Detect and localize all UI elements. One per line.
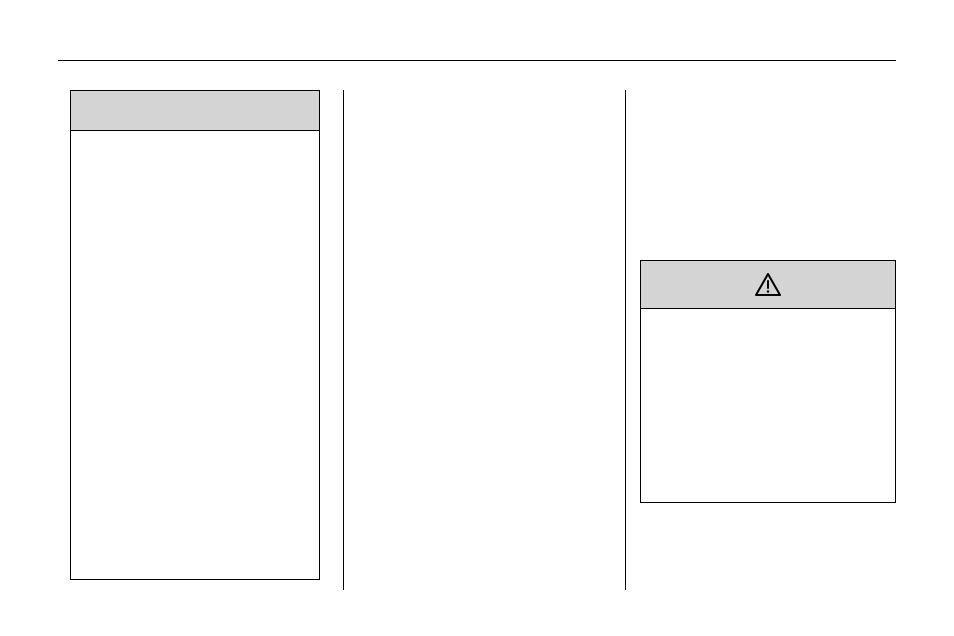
horizontal-rule: [58, 60, 896, 61]
warning-icon: [755, 273, 781, 297]
callout-box-left: [70, 90, 320, 580]
callout-box-left-header: [71, 91, 319, 131]
column-divider-1: [343, 90, 344, 590]
column-divider-2: [625, 90, 626, 590]
callout-box-right: [640, 260, 896, 503]
document-page: [0, 0, 954, 636]
callout-box-right-header: [641, 261, 895, 309]
